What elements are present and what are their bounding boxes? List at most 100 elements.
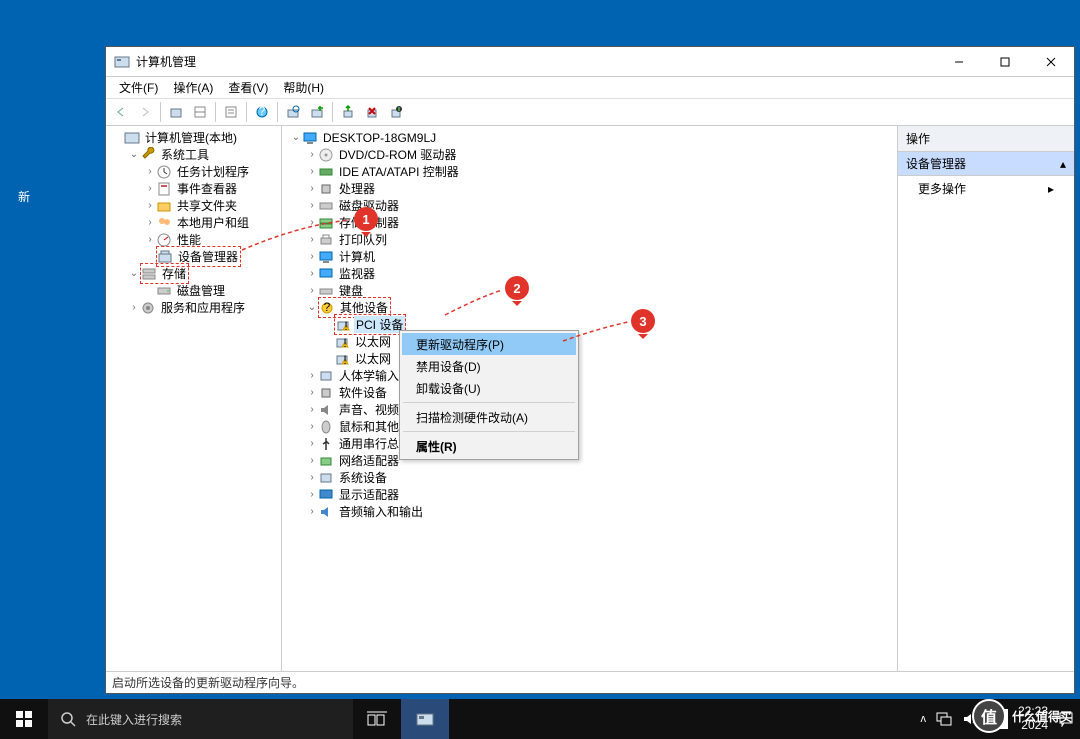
- menu-help[interactable]: 帮助(H): [277, 78, 330, 97]
- expand-open-icon[interactable]: ⌄: [128, 268, 140, 279]
- expand-closed-icon[interactable]: ›: [306, 387, 318, 398]
- expand-closed-icon[interactable]: ›: [306, 455, 318, 466]
- context-menu-item[interactable]: 属性(R): [402, 435, 576, 457]
- expand-closed-icon[interactable]: ›: [306, 489, 318, 500]
- menu-action[interactable]: 操作(A): [167, 78, 219, 97]
- tree-item[interactable]: ›声音、视频: [282, 401, 897, 418]
- taskbar-app-compmgmt[interactable]: [401, 699, 449, 739]
- statusbar: 启动所选设备的更新驱动程序向导。: [106, 671, 1074, 693]
- titlebar[interactable]: 计算机管理: [106, 47, 1074, 77]
- navigation-tree[interactable]: 计算机管理(本地)⌄系统工具›任务计划程序›事件查看器›共享文件夹›本地用户和组…: [106, 126, 282, 671]
- tree-item[interactable]: !PCI 设备: [282, 316, 897, 333]
- context-menu-item[interactable]: 更新驱动程序(P): [402, 333, 576, 355]
- properties-button[interactable]: [220, 101, 242, 123]
- expand-closed-icon[interactable]: ›: [306, 506, 318, 517]
- add-legacy-button[interactable]: [306, 101, 328, 123]
- net-icon: [318, 453, 334, 469]
- expand-closed-icon[interactable]: ›: [144, 234, 156, 245]
- tree-item[interactable]: ⌄系统工具: [106, 146, 281, 163]
- tree-item[interactable]: ›任务计划程序: [106, 163, 281, 180]
- tree-item[interactable]: ›计算机: [282, 248, 897, 265]
- back-button[interactable]: [110, 101, 132, 123]
- tree-item[interactable]: ›通用串行总线控制器: [282, 435, 897, 452]
- show-hide-button[interactable]: [189, 101, 211, 123]
- tree-item[interactable]: ⌄DESKTOP-18GM9LJ: [282, 129, 897, 146]
- tray-chevron-icon[interactable]: ʌ: [920, 713, 926, 725]
- maximize-button[interactable]: [982, 47, 1028, 76]
- taskbar: 在此键入进行搜索 ʌ 中 22:23 2024: [0, 699, 1080, 739]
- up-button[interactable]: [165, 101, 187, 123]
- context-menu-item[interactable]: 扫描检测硬件改动(A): [402, 406, 576, 428]
- tree-item[interactable]: ›打印队列: [282, 231, 897, 248]
- expand-closed-icon[interactable]: ›: [306, 217, 318, 228]
- expand-closed-icon[interactable]: ›: [306, 200, 318, 211]
- expand-open-icon[interactable]: ⌄: [128, 149, 140, 160]
- tree-item[interactable]: ›共享文件夹: [106, 197, 281, 214]
- tree-item[interactable]: ›软件设备: [282, 384, 897, 401]
- device-tree[interactable]: ⌄DESKTOP-18GM9LJ›DVD/CD-ROM 驱动器›IDE ATA/…: [282, 126, 898, 671]
- expand-open-icon[interactable]: ⌄: [290, 132, 302, 143]
- expand-closed-icon[interactable]: ›: [306, 149, 318, 160]
- tree-item[interactable]: ›监视器: [282, 265, 897, 282]
- tree-item[interactable]: ›系统设备: [282, 469, 897, 486]
- forward-button[interactable]: [134, 101, 156, 123]
- uninstall-button[interactable]: [361, 101, 383, 123]
- monitor-icon: [318, 266, 334, 282]
- tree-item[interactable]: ›本地用户和组: [106, 214, 281, 231]
- expand-closed-icon[interactable]: ›: [306, 370, 318, 381]
- tree-item[interactable]: ›IDE ATA/ATAPI 控制器: [282, 163, 897, 180]
- tree-item[interactable]: !以太网: [282, 350, 897, 367]
- tree-item[interactable]: ›显示适配器: [282, 486, 897, 503]
- tree-item[interactable]: 设备管理器: [106, 248, 281, 265]
- tree-item[interactable]: ›处理器: [282, 180, 897, 197]
- expand-closed-icon[interactable]: ›: [306, 472, 318, 483]
- statusbar-text: 启动所选设备的更新驱动程序向导。: [112, 674, 304, 691]
- tree-item[interactable]: 计算机管理(本地): [106, 129, 281, 146]
- context-menu-item[interactable]: 禁用设备(D): [402, 355, 576, 377]
- network-icon[interactable]: [936, 711, 952, 727]
- scan-button[interactable]: [282, 101, 304, 123]
- start-button[interactable]: [0, 699, 48, 739]
- tree-item[interactable]: ›音频输入和输出: [282, 503, 897, 520]
- tree-item[interactable]: ›网络适配器: [282, 452, 897, 469]
- taskbar-search[interactable]: 在此键入进行搜索: [48, 699, 353, 739]
- expand-closed-icon[interactable]: ›: [306, 268, 318, 279]
- expand-closed-icon[interactable]: ›: [144, 166, 156, 177]
- expand-closed-icon[interactable]: ›: [306, 234, 318, 245]
- tree-item[interactable]: !以太网: [282, 333, 897, 350]
- actions-selected-node[interactable]: 设备管理器 ▴: [898, 152, 1074, 176]
- menu-view[interactable]: 查看(V): [222, 78, 274, 97]
- expand-open-icon[interactable]: ⌄: [306, 302, 318, 313]
- expand-closed-icon[interactable]: ›: [306, 183, 318, 194]
- expand-closed-icon[interactable]: ›: [306, 438, 318, 449]
- expand-closed-icon[interactable]: ›: [306, 251, 318, 262]
- expand-closed-icon[interactable]: ›: [306, 166, 318, 177]
- window-title: 计算机管理: [136, 53, 196, 70]
- expand-closed-icon[interactable]: ›: [144, 200, 156, 211]
- help-button[interactable]: ?: [251, 101, 273, 123]
- tree-item[interactable]: ›人体学输入: [282, 367, 897, 384]
- expand-closed-icon[interactable]: ›: [306, 404, 318, 415]
- cpu-icon: [318, 181, 334, 197]
- tree-item-label: 磁盘管理: [175, 282, 227, 299]
- tree-item[interactable]: ⌄存储: [106, 265, 281, 282]
- actions-more[interactable]: 更多操作 ▸: [898, 176, 1074, 201]
- disable-button[interactable]: [385, 101, 407, 123]
- expand-closed-icon[interactable]: ›: [128, 302, 140, 313]
- menu-file[interactable]: 文件(F): [113, 78, 164, 97]
- context-menu-item[interactable]: 卸载设备(U): [402, 377, 576, 399]
- tree-item[interactable]: 磁盘管理: [106, 282, 281, 299]
- expand-closed-icon[interactable]: ›: [144, 217, 156, 228]
- update-driver-button[interactable]: [337, 101, 359, 123]
- minimize-button[interactable]: [936, 47, 982, 76]
- share-icon: [156, 198, 172, 214]
- tree-item[interactable]: ›服务和应用程序: [106, 299, 281, 316]
- tree-item[interactable]: ›鼠标和其他: [282, 418, 897, 435]
- task-view-button[interactable]: [353, 699, 401, 739]
- tree-item[interactable]: ›事件查看器: [106, 180, 281, 197]
- expand-closed-icon[interactable]: ›: [306, 285, 318, 296]
- tree-item[interactable]: ›DVD/CD-ROM 驱动器: [282, 146, 897, 163]
- close-button[interactable]: [1028, 47, 1074, 76]
- expand-closed-icon[interactable]: ›: [144, 183, 156, 194]
- expand-closed-icon[interactable]: ›: [306, 421, 318, 432]
